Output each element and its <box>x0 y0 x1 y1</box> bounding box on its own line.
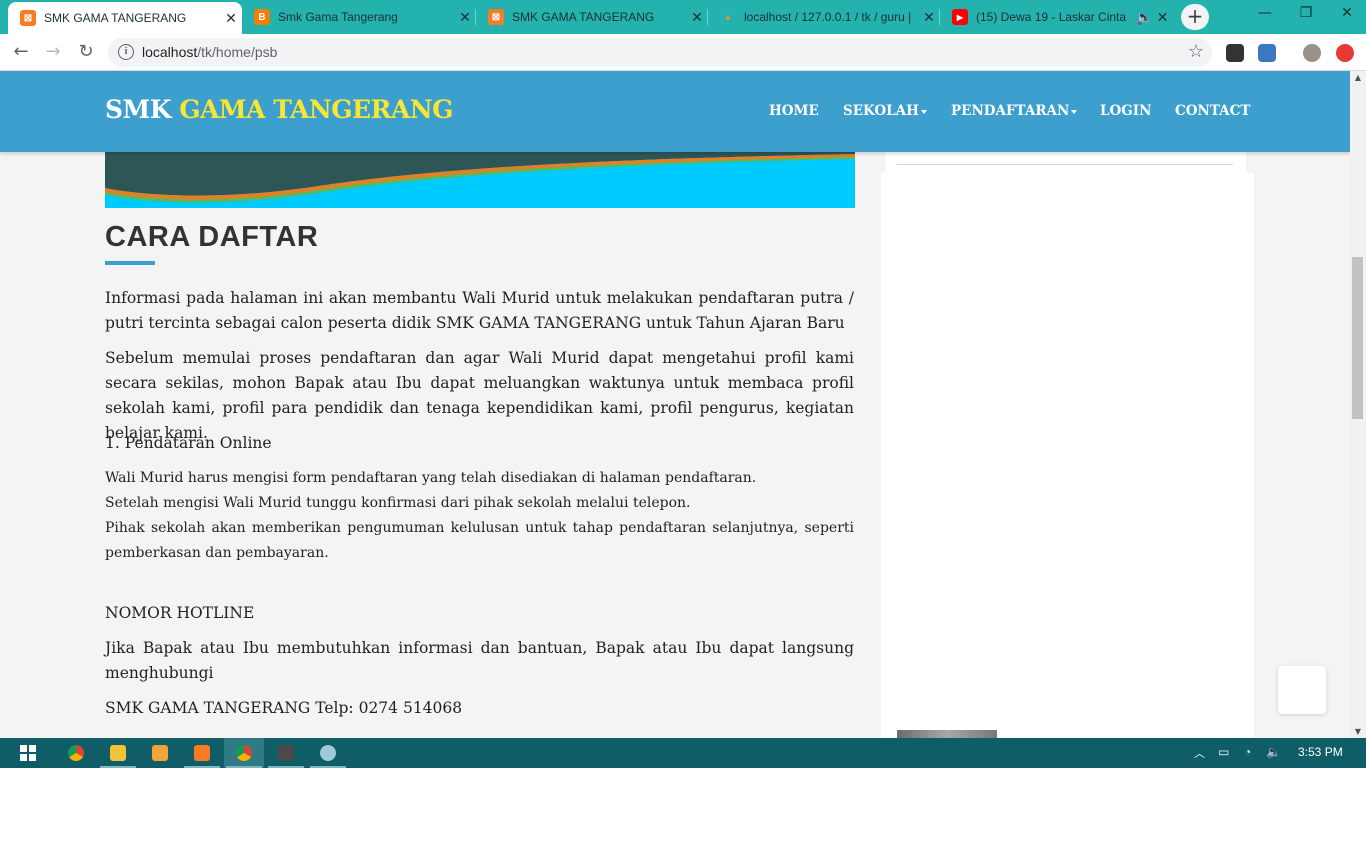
extension-icon[interactable] <box>1258 44 1276 62</box>
bookmark-star-icon[interactable]: ☆ <box>1188 41 1204 62</box>
blogger-icon: B <box>254 9 270 25</box>
incognito-extension-icon[interactable] <box>1226 44 1244 62</box>
taskbar-chrome-active[interactable] <box>224 738 264 768</box>
step-line-1: Wali Murid harus mengisi form pendaftara… <box>105 470 757 486</box>
intro-paragraph: Informasi pada halaman ini akan membantu… <box>105 289 854 332</box>
windows-start-button[interactable] <box>8 738 48 768</box>
tab-title: SMK GAMA TANGERANG <box>44 11 187 25</box>
sidebar-divider <box>897 164 1233 165</box>
restore-icon[interactable]: ❐ <box>1285 0 1327 30</box>
browser-tab-smk-blogger[interactable]: B Smk Gama Tangerang ✕ <box>242 0 476 34</box>
media-player-icon <box>152 745 168 761</box>
site-navbar: SMK GAMA TANGERANG HOME SEKOLAH PENDAFTA… <box>0 71 1350 152</box>
taskbar-chrome[interactable] <box>56 738 96 768</box>
caret-down-icon <box>1071 109 1078 114</box>
windows-taskbar: ︿ ▭ ◔ 🔈 3:53 PM <box>0 738 1366 768</box>
close-tab-icon[interactable]: ✕ <box>454 9 476 26</box>
back-to-top-button[interactable] <box>1278 666 1326 714</box>
sidebar-widget <box>881 173 1254 738</box>
step-heading: 1. Pendataran Online <box>105 434 272 452</box>
browser-tab-strip: ⊠ SMK GAMA TANGERANG ✕ B Smk Gama Tanger… <box>0 0 1366 34</box>
phpmyadmin-icon: ▲ <box>723 12 733 22</box>
file-explorer-icon <box>110 745 126 761</box>
taskbar-xampp[interactable] <box>182 738 222 768</box>
youtube-icon: ▶ <box>952 9 968 25</box>
page-title: CARA DAFTAR <box>105 221 319 253</box>
back-icon[interactable]: ← <box>9 41 33 65</box>
close-tab-icon[interactable]: ✕ <box>686 9 708 26</box>
header-banner-image <box>105 152 855 208</box>
caret-down-icon <box>920 109 927 114</box>
banner-wave-graphic <box>105 152 855 203</box>
close-tab-icon[interactable]: 🔈 ✕ <box>1132 9 1172 26</box>
update-icon[interactable] <box>1336 44 1354 62</box>
browser-tab-phpmyadmin[interactable]: ▲ localhost / 127.0.0.1 / tk / guru | ✕ <box>708 0 940 34</box>
step-line-2: Setelah mengisi Wali Murid tunggu konfir… <box>105 495 691 511</box>
chrome-icon <box>236 745 252 761</box>
taskbar-file-explorer[interactable] <box>98 738 138 768</box>
xampp-icon: ⊠ <box>20 10 36 26</box>
wifi-icon[interactable]: ◔ <box>1244 745 1251 759</box>
hotline-paragraph: Jika Bapak atau Ibu membutuhkan informas… <box>105 639 854 682</box>
xampp-icon <box>194 745 210 761</box>
hotline-heading: NOMOR HOTLINE <box>105 604 255 622</box>
title-underline <box>105 261 155 265</box>
tab-title: (15) Dewa 19 - Laskar Cinta <box>976 10 1127 24</box>
taskbar-media-player[interactable] <box>140 738 180 768</box>
nav-login[interactable]: LOGIN <box>1100 103 1151 119</box>
nav-sekolah-dropdown[interactable]: SEKOLAH <box>843 103 927 119</box>
xampp-icon: ⊠ <box>488 9 504 25</box>
windows-start-icon <box>20 745 36 761</box>
profile-avatar-icon[interactable] <box>1303 44 1321 62</box>
forward-icon[interactable]: → <box>41 41 65 65</box>
browser-toolbar: ← → ↻ i localhost/tk/home/psb ☆ <box>0 34 1366 71</box>
close-tab-icon[interactable]: ✕ <box>918 9 940 26</box>
sidebar-widget-header <box>885 152 1246 173</box>
site-brand-logo[interactable]: SMK GAMA TANGERANG <box>105 95 453 124</box>
clock-time[interactable]: 3:53 PM <box>1298 745 1343 759</box>
taskbar-sublime-text[interactable] <box>266 738 306 768</box>
minimize-icon[interactable]: — <box>1244 0 1286 30</box>
browser-tab-youtube[interactable]: ▶ (15) Dewa 19 - Laskar Cinta 🔈 ✕ <box>940 0 1172 34</box>
close-tab-icon[interactable]: ✕ <box>220 10 242 27</box>
address-bar[interactable]: i localhost/tk/home/psb ☆ <box>108 38 1212 67</box>
nav-home[interactable]: HOME <box>769 103 819 119</box>
url-text[interactable]: localhost/tk/home/psb <box>142 44 277 60</box>
info-icon[interactable]: i <box>118 44 134 60</box>
tray-expand-icon[interactable]: ︿ <box>1194 745 1205 761</box>
scrollbar-thumb[interactable] <box>1352 257 1363 419</box>
taskbar-app[interactable] <box>308 738 348 768</box>
browser-tab-smk-gama-1[interactable]: ⊠ SMK GAMA TANGERANG ✕ <box>8 2 242 34</box>
browser-tab-smk-gama-2[interactable]: ⊠ SMK GAMA TANGERANG ✕ <box>476 0 708 34</box>
tab-title: Smk Gama Tangerang <box>278 10 398 24</box>
tab-title: localhost / 127.0.0.1 / tk / guru | <box>744 10 912 24</box>
sidebar-thumbnail-image[interactable] <box>897 730 997 738</box>
volume-icon[interactable]: 🔈 <box>1266 745 1281 759</box>
reload-icon[interactable]: ↻ <box>74 41 98 65</box>
chrome-icon <box>68 745 84 761</box>
page-viewport: CARA DAFTAR Informasi pada halaman ini a… <box>0 71 1350 738</box>
scroll-up-icon[interactable]: ▲ <box>1350 73 1366 82</box>
hotline-phone: SMK GAMA TANGERANG Telp: 0274 514068 <box>105 699 463 717</box>
close-window-icon[interactable]: ✕ <box>1326 0 1366 30</box>
battery-icon[interactable]: ▭ <box>1218 745 1229 759</box>
scroll-down-icon[interactable]: ▼ <box>1350 727 1366 736</box>
nav-contact[interactable]: CONTACT <box>1175 103 1250 119</box>
screen-margin <box>0 768 1366 852</box>
nav-pendaftaran-dropdown[interactable]: PENDAFTARAN <box>951 103 1078 119</box>
app-icon <box>320 745 336 761</box>
new-tab-button[interactable]: + <box>1181 4 1209 30</box>
step-line-3: Pihak sekolah akan memberikan pengumuman… <box>105 520 854 561</box>
sublime-text-icon <box>278 745 294 761</box>
tab-title: SMK GAMA TANGERANG <box>512 10 655 24</box>
page-scrollbar[interactable]: ▲ ▼ <box>1350 71 1366 738</box>
